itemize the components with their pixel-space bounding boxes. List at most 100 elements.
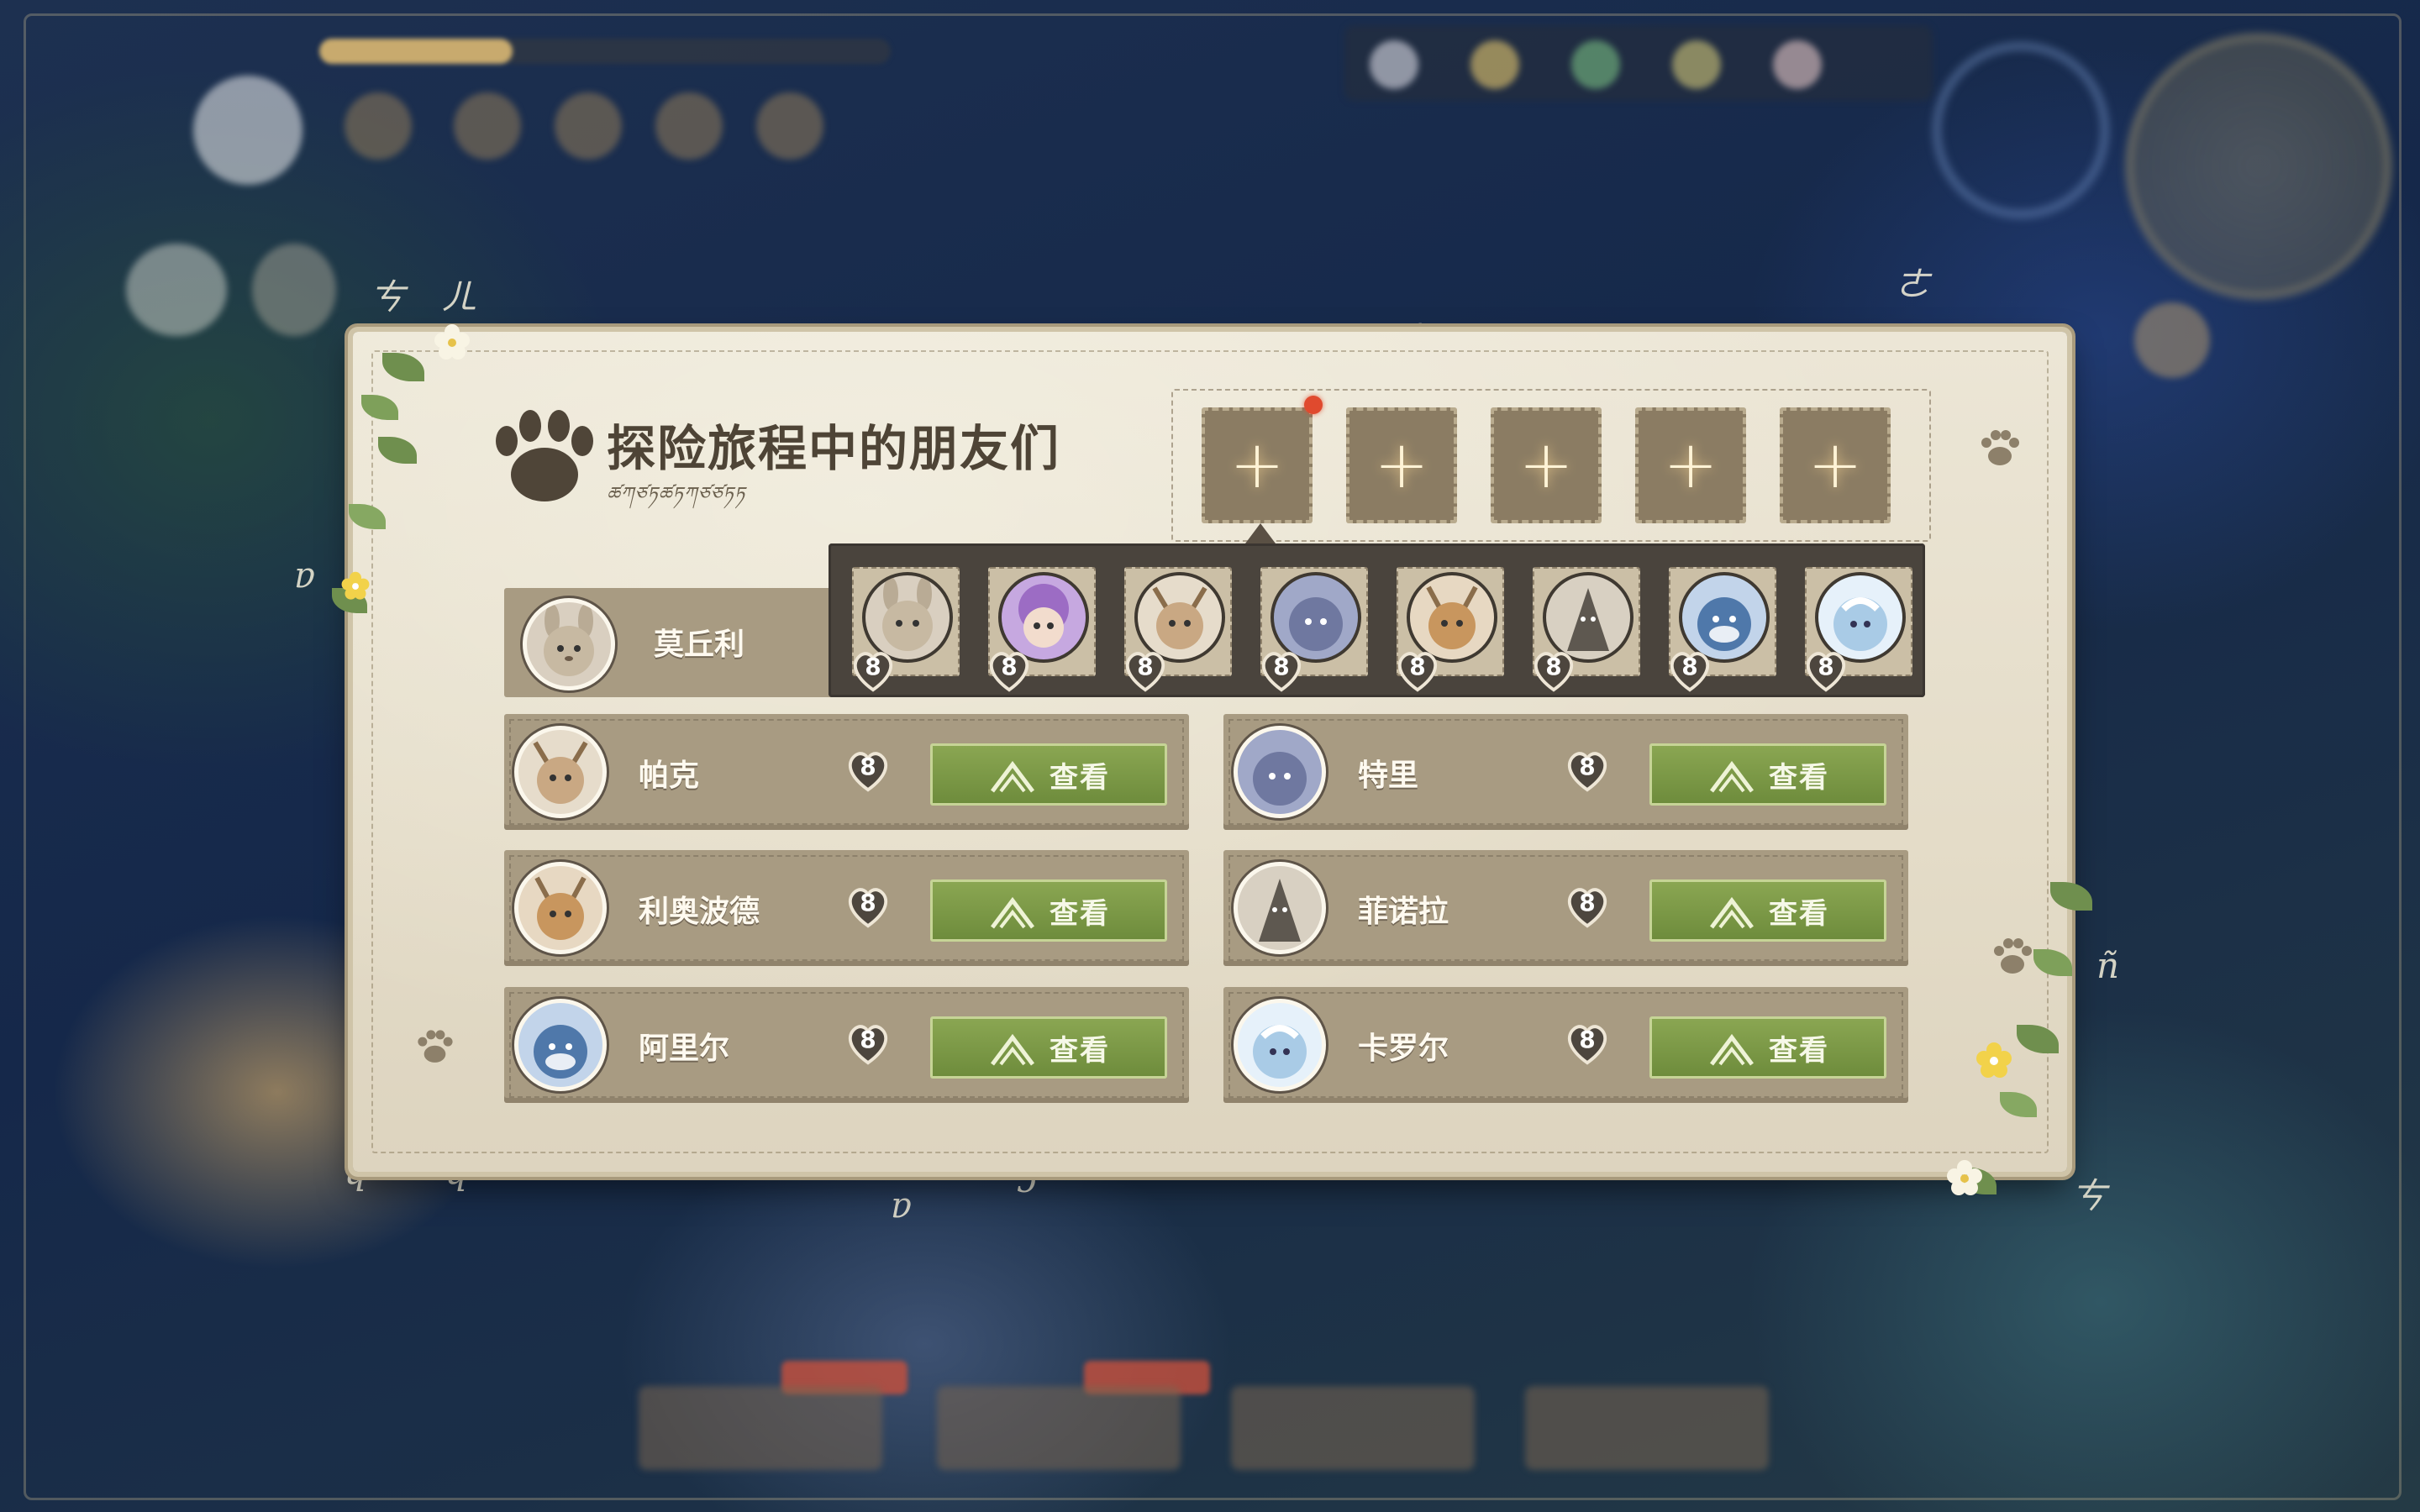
friend-avatar [1234, 999, 1326, 1091]
compass-icon [1933, 42, 2109, 218]
view-button[interactable]: 查看 [1649, 743, 1886, 806]
picker-friend[interactable]: 8 [1397, 567, 1504, 692]
level-heart-icon: 8 [1393, 646, 1442, 695]
chevron-up-icon [991, 1033, 1034, 1066]
friend-row: 阿里尔 8 查看 [504, 987, 1189, 1103]
friend-picker-strip: 8 8 8 8 8 8 8 8 [829, 543, 1925, 697]
hud-avatar [193, 76, 302, 185]
resource-icon [1773, 40, 1822, 89]
friend-avatar [1234, 726, 1326, 818]
friend-avatar [514, 862, 607, 954]
friend-avatar [514, 999, 607, 1091]
view-button-label: 查看 [1769, 760, 1829, 795]
friend-avatar [1234, 862, 1326, 954]
bottom-action-button [639, 1386, 882, 1470]
picker-friend[interactable]: 8 [852, 567, 960, 692]
view-button[interactable]: 查看 [930, 879, 1167, 942]
rune-glyph: ㄦ [441, 276, 477, 318]
plus-icon: + [1518, 428, 1574, 503]
friend-name: 利奥波德 [639, 895, 760, 929]
level-heart-icon: 8 [844, 1019, 892, 1068]
team-slot-2[interactable]: + [1346, 407, 1457, 523]
team-slot-3[interactable]: + [1491, 407, 1602, 523]
friend-row: 菲诺拉 8 查看 [1223, 850, 1908, 966]
hud-item [252, 244, 336, 336]
hud-slot [555, 92, 622, 160]
picker-friend[interactable]: 8 [1260, 567, 1368, 692]
picker-friend[interactable]: 8 [988, 567, 1096, 692]
view-button-label: 查看 [1769, 1033, 1829, 1068]
rune-glyph: ㄘ [2071, 1175, 2107, 1216]
picker-friend[interactable]: 8 [1533, 567, 1640, 692]
friend-name: 菲诺拉 [1358, 895, 1449, 929]
level-heart-icon: 8 [1121, 646, 1170, 695]
paw-icon [496, 410, 593, 501]
view-button[interactable]: 查看 [930, 1016, 1167, 1079]
friend-level: 8 [1579, 753, 1596, 780]
team-slot-1[interactable]: + [1202, 407, 1313, 523]
view-button[interactable]: 查看 [1649, 879, 1886, 942]
flower-icon [434, 324, 470, 360]
resource-icon [1370, 40, 1418, 89]
level-heart-icon: 8 [985, 646, 1034, 695]
level-heart-icon: 8 [1257, 646, 1306, 695]
friends-panel: 探险旅程中的朋友们 ཚཀཙཏཚཏཀཙཙཏཏ + + + + + 莫丘利 8 8 … [353, 332, 2067, 1172]
level-heart-icon: 8 [1665, 646, 1714, 695]
plus-icon: + [1807, 428, 1863, 503]
level-heart-icon: 8 [844, 882, 892, 931]
panel-subtitle: ཚཀཙཏཚཏཀཙཙཏཏ [607, 484, 746, 505]
level-heart-icon: 8 [1563, 882, 1612, 931]
view-button[interactable]: 查看 [930, 743, 1167, 806]
view-button-label: 查看 [1769, 896, 1829, 931]
health-bar [319, 39, 891, 64]
hud-item [126, 244, 227, 336]
minimap-marker [2134, 302, 2210, 378]
plus-icon: + [1229, 428, 1285, 503]
alert-dot [1304, 396, 1323, 414]
chevron-up-icon [1710, 1033, 1754, 1066]
bottom-action-button [1231, 1386, 1475, 1470]
friend-avatar [523, 598, 615, 690]
bottom-action-button [937, 1386, 1181, 1470]
chevron-up-icon [991, 760, 1034, 793]
rune-glyph: ㄘ [370, 276, 406, 318]
friend-row: 帕克 8 查看 [504, 714, 1189, 830]
team-slot-4[interactable]: + [1635, 407, 1746, 523]
resource-icon [1470, 40, 1519, 89]
flower-icon [341, 571, 370, 600]
friend-level: 8 [1579, 889, 1596, 916]
picker-friend[interactable]: 8 [1805, 567, 1912, 692]
view-button-label: 查看 [1050, 896, 1110, 931]
selection-pointer [1245, 523, 1276, 543]
rune-glyph: ㄜ [1895, 264, 1931, 305]
plus-icon: + [1663, 428, 1718, 503]
flower-icon [1976, 1042, 2012, 1078]
minimap [2126, 34, 2391, 299]
team-slot-5[interactable]: + [1780, 407, 1891, 523]
hud-slot [345, 92, 412, 160]
level-heart-icon: 8 [844, 746, 892, 795]
paw-print-icon [1981, 430, 2019, 465]
resource-bar [1344, 25, 1933, 101]
view-button-label: 查看 [1050, 760, 1110, 795]
view-button[interactable]: 查看 [1649, 1016, 1886, 1079]
chevron-up-icon [1710, 760, 1754, 793]
friend-avatar [514, 726, 607, 818]
level-heart-icon: 8 [1529, 646, 1578, 695]
friend-name: 阿里尔 [639, 1032, 730, 1066]
hud-slot [655, 92, 723, 160]
paw-print-icon [1994, 938, 2032, 974]
paw-print-icon [418, 1030, 453, 1063]
friend-level: 8 [860, 1026, 876, 1053]
rune-glyph: ɐ [891, 1184, 913, 1226]
panel-title: 探险旅程中的朋友们 [607, 420, 1061, 477]
rune-glyph: ɐ [294, 554, 316, 596]
resource-icon [1672, 40, 1721, 89]
picker-friend[interactable]: 8 [1124, 567, 1232, 692]
friend-level: 8 [860, 753, 876, 780]
selected-friend[interactable]: 莫丘利 [504, 588, 840, 697]
flower-icon [1947, 1160, 1982, 1195]
friend-level: 8 [1579, 1026, 1596, 1053]
resource-icon [1571, 40, 1620, 89]
picker-friend[interactable]: 8 [1669, 567, 1776, 692]
